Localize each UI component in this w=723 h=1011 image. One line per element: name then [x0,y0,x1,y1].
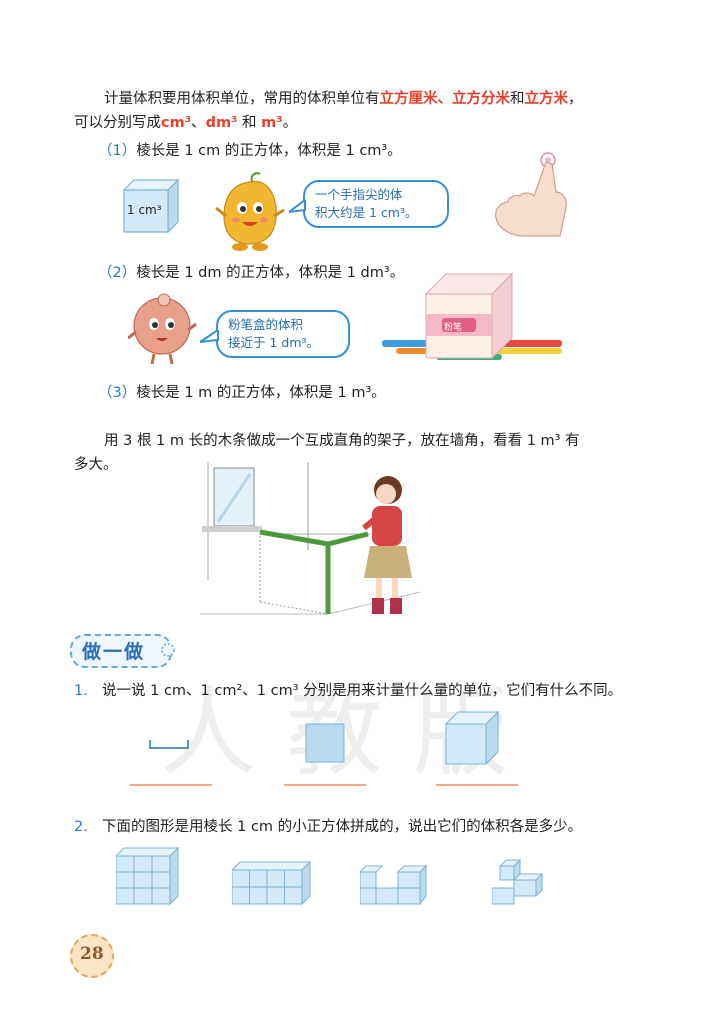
answer-line-3[interactable] [436,784,518,786]
question-1-num: 1. [74,683,88,699]
intro-sep: 、 [437,91,453,107]
length-1cm-figure [149,740,189,749]
abbr-dm3: dm³ [205,115,238,131]
bubble-2-tail [200,330,219,343]
item-2: （2）棱长是 1 dm 的正方体，体积是 1 dm³。 [98,262,404,284]
question-1: 1. 说一说 1 cm、1 cm²、1 cm³ 分别是用来计量什么量的单位，它们有… [74,680,622,702]
question-1-text: 说一说 1 cm、1 cm²、1 cm³ 分别是用来计量什么量的单位，它们有什么… [102,683,623,699]
page-number: 28 [80,944,104,964]
abbr-cm3: cm³ [161,115,192,131]
answer-line-2[interactable] [284,784,366,786]
intro-tail: ， [568,91,583,107]
cube-stack-b [232,860,312,906]
unit-cubic-centimeter: 立方厘米 [379,91,438,107]
chalk-box-label: 粉笔 [444,323,463,333]
item-2-num: （2） [98,265,137,281]
frame-activity-line-2: 多大。 [74,457,118,473]
potato-character [215,172,285,251]
cube-1cm3-figure [444,710,500,766]
cubic-meter-frame-illustration [200,462,421,615]
unit-cubic-decimeter: 立方分米 [452,91,510,107]
fingertip-hand-image [495,152,567,237]
cube-stack-c [360,864,428,906]
chalk-box-image [382,272,562,360]
item-1-text: 棱长是 1 cm 的正方体，体积是 1 cm³。 [136,143,402,159]
item-3-num: （3） [98,385,137,401]
cube-stack-d [492,858,544,905]
frame-activity-line-1: 用 3 根 1 m 长的木条做成一个互成直角的架子，放在墙角，看看 1 m³ 有 [104,433,580,449]
section-title: 做一做 [82,641,146,663]
item-2-text: 棱长是 1 dm 的正方体，体积是 1 dm³。 [136,265,405,281]
intro-line-2: 可以分别写成cm³、dm³ 和 m³。 [74,112,297,134]
intro-sep2: 、 [191,115,206,131]
item-1: （1）棱长是 1 cm 的正方体，体积是 1 cm³。 [98,140,402,162]
item-1-num: （1） [98,143,137,159]
bubble-1-tail [289,200,306,214]
unit-cubic-meter: 立方米 [524,91,569,107]
intro-and2: 和 [237,115,262,131]
intro-end: 。 [282,115,298,131]
bubble-1-line-1: 一个手指尖的体 [315,187,403,202]
question-2-text: 下面的图形是用棱长 1 cm 的小正方体拼成的，说出它们的体积各是多少。 [102,819,583,835]
speech-bubble-1: 一个手指尖的体 积大约是 1 cm³。 [303,180,449,228]
intro-and: 和 [510,91,525,107]
section-title-tail [161,643,175,657]
item-3-text: 棱长是 1 m 的正方体，体积是 1 m³。 [136,385,386,401]
item-3: （3）棱长是 1 m 的正方体，体积是 1 m³。 [98,382,386,404]
peach-character [128,293,197,365]
question-2-num: 2. [74,819,88,835]
answer-line-1[interactable] [130,784,212,786]
bubble-1-line-2: 积大约是 1 cm³。 [315,205,418,220]
bubble-2-line-2: 接近于 1 dm³。 [228,335,320,350]
intro-lead-text: 计量体积要用体积单位，常用的体积单位有 [104,91,380,107]
intro-line-1: 计量体积要用体积单位，常用的体积单位有立方厘米、立方分米和立方米， [104,88,583,110]
cube-stack-a [116,846,180,906]
question-2: 2. 下面的图形是用棱长 1 cm 的小正方体拼成的，说出它们的体积各是多少。 [74,816,582,838]
square-1cm2-figure [305,723,345,763]
intro-line2-lead: 可以分别写成 [74,115,161,131]
abbr-m3: m³ [261,115,283,131]
bubble-2-line-1: 粉笔盒的体积 [228,317,304,332]
cube-1-label: 1 cm³ [127,203,162,217]
speech-bubble-2: 粉笔盒的体积 接近于 1 dm³。 [216,310,350,358]
